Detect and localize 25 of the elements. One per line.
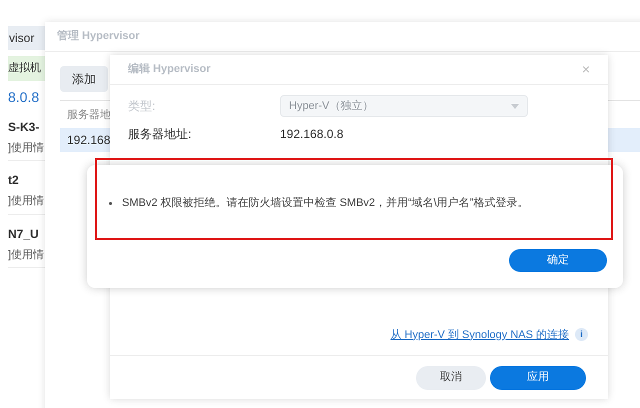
field-label: 服务器地址: (128, 126, 192, 143)
apply-button[interactable]: 应用 (490, 366, 586, 390)
status-label: 虚拟机 (8, 56, 45, 80)
connection-link[interactable]: 从 Hyper-V 到 Synology NAS 的连接 (390, 326, 569, 343)
window-title: 管理 Hypervisor (57, 29, 140, 44)
field-label: 类型: (128, 98, 156, 115)
table-cell-text: 192.168 (67, 132, 110, 148)
address-text: 8.0.8 (8, 88, 40, 106)
column-header: 服务器地 (67, 109, 111, 121)
vm-name: N7_U (8, 226, 40, 242)
bullet-icon (109, 202, 112, 205)
field-value: 192.168.0.8 (280, 126, 344, 143)
error-message: SMBv2 权限被拒绝。请在防火墙设置中检查 SMBv2，并用“域名\用户名”格式登录。 (122, 196, 528, 211)
info-icon[interactable]: i (575, 328, 588, 342)
vm-name: S-K3- (8, 118, 40, 136)
window-title: 编辑 Hypervisor (128, 62, 211, 78)
ok-button[interactable]: 确定 (509, 249, 607, 272)
list-tab[interactable]: visor (8, 26, 45, 50)
add-button[interactable]: 添加 (60, 66, 108, 92)
vm-detail: ]使用情 (8, 248, 45, 262)
cancel-button[interactable]: 取消 (416, 366, 486, 390)
vm-name: t2 (8, 172, 20, 189)
vm-detail: ]使用情 (8, 140, 45, 156)
caret-icon (511, 104, 519, 108)
vm-detail: ]使用情 (8, 194, 45, 209)
